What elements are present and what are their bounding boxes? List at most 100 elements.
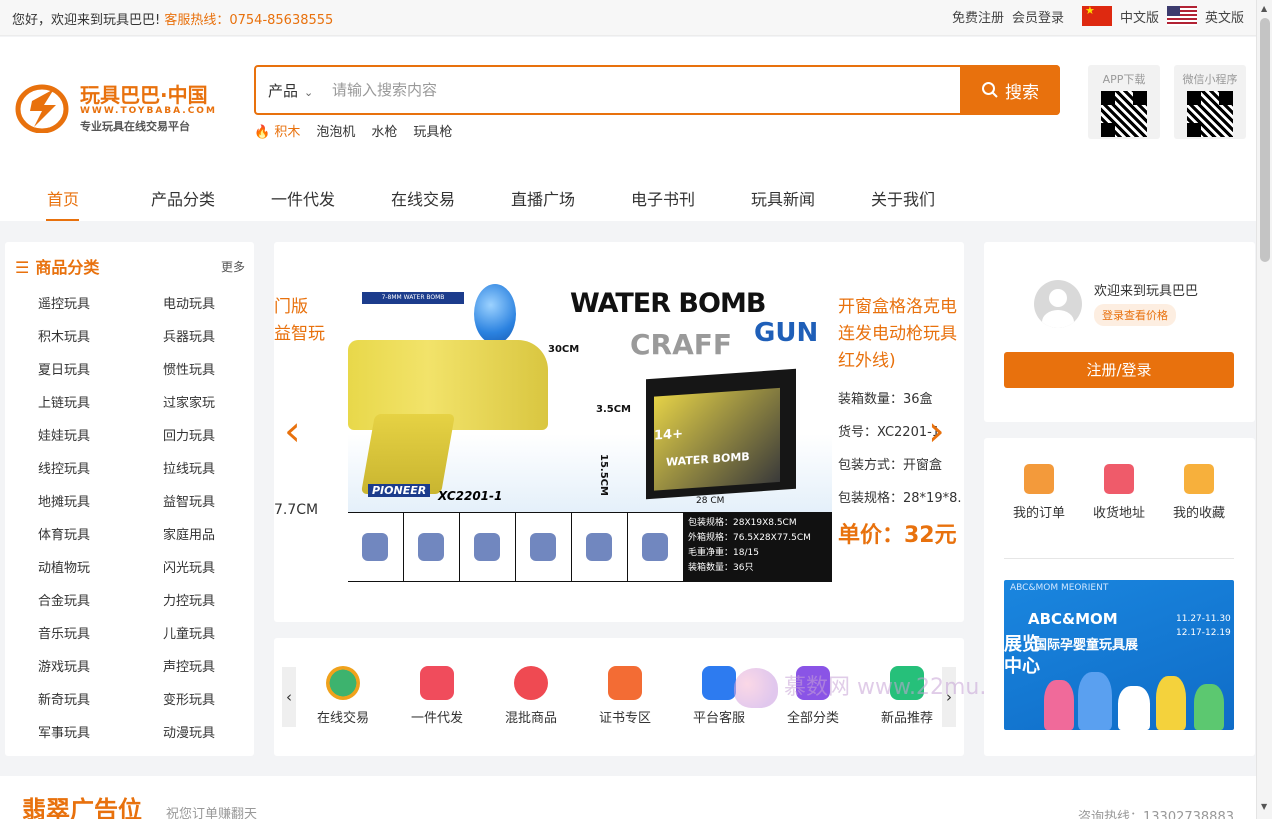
my-favorites[interactable]: 我的收藏 [1164,464,1234,521]
category-item[interactable]: 娃娃玩具 [38,427,163,446]
spec-line: 包装规格：28X19X8.5CM [688,518,797,528]
category-item[interactable]: 游戏玩具 [38,658,163,677]
quick-link-label: 全部分类 [786,711,839,726]
china-flag-icon[interactable] [1081,6,1112,26]
category-item[interactable]: 家庭用品 [163,526,238,545]
ad-mascots [1044,662,1234,730]
ad-left-text: 展览 中心 [1004,634,1040,677]
expo-ad-banner[interactable]: ABC&MOM MEORIENT ABC&MOM 国际孕婴童玩具展 11.27-… [1004,580,1234,730]
my-orders[interactable]: 我的订单 [1004,464,1074,521]
category-item[interactable]: 新奇玩具 [38,691,163,710]
category-item[interactable]: 闪光玩具 [163,559,238,578]
headset-icon [702,666,736,700]
nav-about[interactable]: 关于我们 [871,186,935,210]
category-item[interactable]: 军事玩具 [38,724,163,743]
category-panel: ☰ 商品分类 更多 遥控玩具 电动玩具 积木玩具 兵器玩具 夏日玩具 惯性玩具 上链玩具 过家家… [5,242,254,756]
nav-dropship[interactable]: 一件代发 [271,186,335,210]
logo-url: WWW.TOYBABA.COM [80,106,217,116]
mascot-shape [1156,676,1186,730]
category-item[interactable]: 回力玩具 [163,427,238,446]
category-item[interactable]: 合金玩具 [38,592,163,611]
hot-keyword-blocks[interactable]: 🔥 积木 [254,121,300,140]
product-info: 开窗盒格洛克电 连发电动枪玩具 红外线) 装箱数量：36盒 货号：XC2201-… [838,294,964,549]
product-title-line: 连发电动枪玩具 [838,324,957,344]
category-item[interactable]: 上链玩具 [38,394,163,413]
site-logo[interactable]: 玩具巴巴·中国 WWW.TOYBABA.COM 专业玩具在线交易平台 [14,77,234,137]
quick-certificates[interactable]: 证书专区 [578,666,672,726]
category-item[interactable]: 惯性玩具 [163,361,238,380]
product-title[interactable]: 开窗盒格洛克电 连发电动枪玩具 红外线) [838,294,964,375]
top-links: 免费注册 会员登录 中文版 英文版 [952,6,1244,26]
mini-program-label: 微信小程序 [1182,73,1238,86]
hot-keyword-watergun[interactable]: 水枪 [371,121,397,140]
nav-news[interactable]: 玩具新闻 [751,186,815,210]
hot-keyword-toygun[interactable]: 玩具枪 [413,121,452,140]
divider [1004,558,1234,559]
quick-mixed-batch[interactable]: 混批商品 [484,666,578,726]
logo-mark-icon [15,84,69,133]
product-title-line: 红外线) [838,351,896,371]
us-flag-icon[interactable] [1166,6,1197,26]
category-item[interactable]: 过家家玩 [163,394,238,413]
scroll-down-icon[interactable]: ▼ [1261,802,1267,811]
app-download-qr[interactable]: APP下载 [1088,65,1160,139]
category-item[interactable]: 地摊玩具 [38,493,163,512]
carousel-prev-icon[interactable]: ‹ [284,410,301,452]
category-item[interactable]: 拉线玩具 [163,460,238,479]
register-login-button[interactable]: 注册/登录 [1004,352,1234,388]
category-item[interactable]: 电动玩具 [163,295,238,314]
category-item[interactable]: 力控玩具 [163,592,238,611]
category-item[interactable]: 线控玩具 [38,460,163,479]
carousel-next-icon[interactable]: › [928,410,945,452]
nav-active-underline [46,219,79,221]
category-item[interactable]: 变形玩具 [163,691,238,710]
nav-online-trade[interactable]: 在线交易 [391,186,455,210]
dimension-width: 3.5CM [596,404,632,415]
register-link[interactable]: 免费注册 [952,7,1004,26]
quick-prev-icon[interactable]: ‹ [282,667,296,727]
mini-program-qr[interactable]: 微信小程序 [1174,65,1246,139]
nav-home[interactable]: 首页 [47,186,79,210]
quick-dropship[interactable]: 一件代发 [390,666,484,726]
lang-chinese[interactable]: 中文版 [1120,7,1159,26]
login-price-tag[interactable]: 登录查看价格 [1094,304,1176,326]
product-image[interactable]: 7-8MM WATER BOMB WATER BOMB CRAFF GUN 30… [348,284,832,582]
nav-live[interactable]: 直播广场 [511,186,575,210]
category-item[interactable]: 益智玩具 [163,493,238,512]
category-item[interactable]: 儿童玩具 [163,625,238,644]
category-more-link[interactable]: 更多 [221,258,245,275]
lang-english[interactable]: 英文版 [1205,7,1244,26]
quick-link-label: 平台客服 [692,711,745,726]
dimension-length: 30CM [548,344,580,355]
category-item[interactable]: 夏日玩具 [38,361,163,380]
category-item[interactable]: 动漫玩具 [163,724,238,743]
globe-icon [326,666,360,700]
app-download-label: APP下载 [1102,73,1146,86]
nav-ebooks[interactable]: 电子书刊 [631,186,695,210]
category-item[interactable]: 声控玩具 [163,658,238,677]
category-item[interactable]: 兵器玩具 [163,328,238,347]
hotline: 客服热线：0754-85638555 [164,13,334,28]
category-item[interactable]: 积木玩具 [38,328,163,347]
product-price: 单价：32元 [838,523,957,548]
search-input[interactable] [332,77,932,103]
category-item[interactable]: 音乐玩具 [38,625,163,644]
nav-categories[interactable]: 产品分类 [151,186,215,210]
product-box: 14+ WATER BOMB [646,368,796,500]
service-panel: 我的订单 收货地址 我的收藏 ABC&MOM MEORIENT ABC&MOM … [984,438,1255,756]
scrollbar-thumb[interactable] [1260,18,1270,262]
product-packaging: 包装方式：开窗盒 [838,458,943,473]
hot-keyword-bubble[interactable]: 泡泡机 [316,121,355,140]
search-category-select[interactable]: 产品 ⌄ [268,80,313,101]
category-item[interactable]: 遥控玩具 [38,295,163,314]
category-item[interactable]: 体育玩具 [38,526,163,545]
search-button[interactable]: 搜索 [960,65,1060,115]
scroll-up-icon[interactable]: ▲ [1261,4,1267,13]
shipping-address[interactable]: 收货地址 [1084,464,1154,521]
page-scrollbar[interactable]: ▲ ▼ [1256,0,1272,819]
category-item[interactable]: 动植物玩 [38,559,163,578]
logo-slogan: 专业玩具在线交易平台 [80,120,190,133]
product-qty: 装箱数量：36盒 [838,392,933,407]
login-link[interactable]: 会员登录 [1012,7,1064,26]
quick-online-trade[interactable]: 在线交易 [296,666,390,726]
